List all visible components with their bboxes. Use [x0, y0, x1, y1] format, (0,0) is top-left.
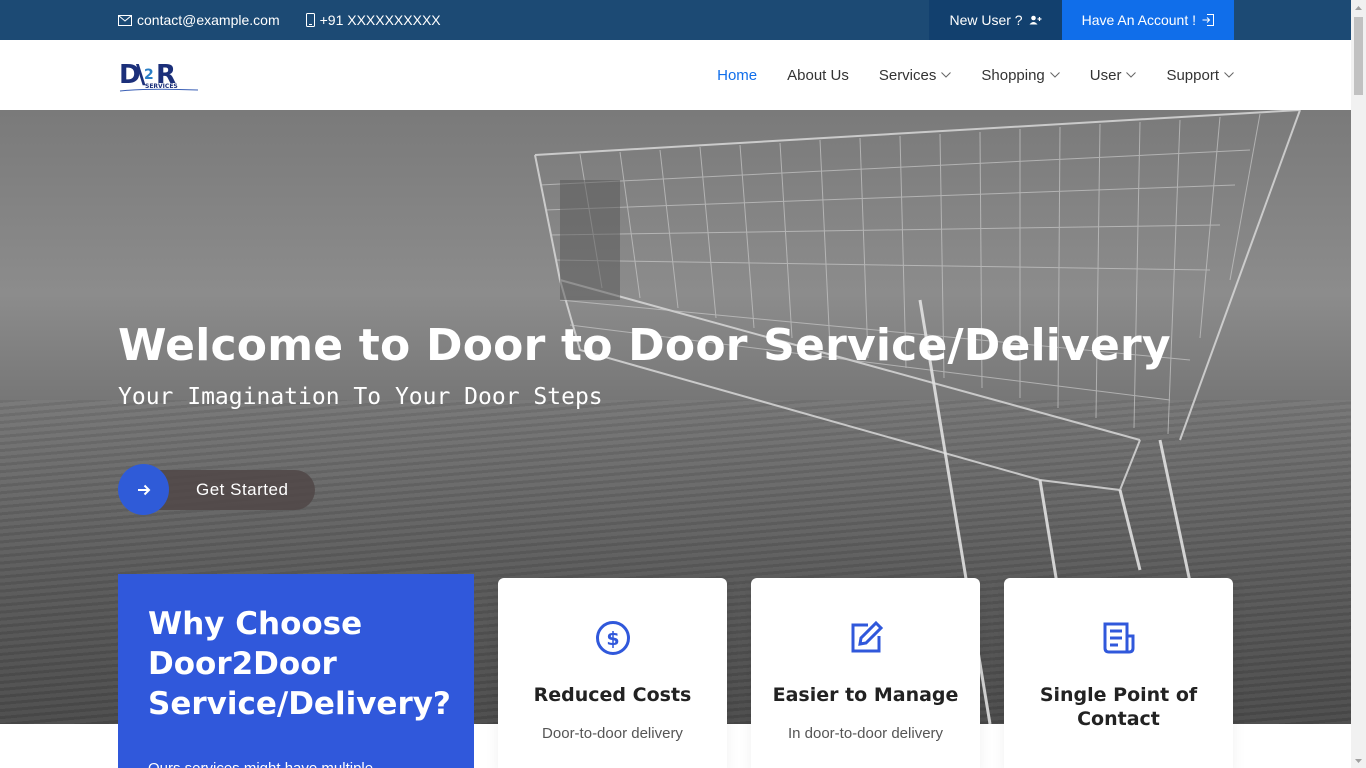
nav-label: Services — [878, 66, 937, 84]
feature-text: Door-to-door delivery — [542, 725, 683, 742]
chevron-down-icon — [1126, 72, 1137, 78]
feature-card-reduced-costs[interactable]: $ Reduced Costs Door-to-door delivery — [498, 578, 727, 768]
page-scrollbar[interactable] — [1351, 0, 1366, 768]
scrollbar-thumb[interactable] — [1354, 17, 1363, 95]
scroll-down-icon[interactable] — [1351, 753, 1366, 768]
arrow-right-icon — [137, 484, 150, 495]
svg-text:2: 2 — [144, 67, 154, 83]
email-item[interactable]: contact@example.com — [118, 12, 280, 28]
top-bar: contact@example.com +91 XXXXXXXXXX New U… — [0, 0, 1351, 40]
feature-title: Single Point of Contact — [1039, 684, 1198, 730]
phone-icon — [305, 13, 315, 27]
contact-info: contact@example.com +91 XXXXXXXXXX — [118, 0, 467, 40]
hero-title: Welcome to Door to Door Service/Delivery — [118, 320, 1171, 371]
feature-card-single-point-of-contact[interactable]: Single Point of Contact — [1004, 578, 1233, 768]
d2d-logo-icon: D \ 2 R SERVICES — [119, 60, 199, 92]
have-account-label: Have An Account ! — [1081, 12, 1196, 28]
document-icon — [1103, 622, 1134, 654]
site-header: D \ 2 R SERVICES Home About Us Services … — [0, 40, 1351, 110]
nav-label: Home — [717, 66, 758, 84]
why-choose-title: Why Choose Door2Door Service/Delivery? — [148, 606, 451, 722]
site-logo[interactable]: D \ 2 R SERVICES — [118, 55, 202, 95]
phone-item[interactable]: +91 XXXXXXXXXX — [305, 12, 441, 28]
chevron-down-icon — [1224, 72, 1234, 78]
nav-label: Support — [1166, 66, 1219, 84]
chevron-down-icon — [1049, 72, 1060, 78]
get-started-label: Get Started — [149, 469, 316, 510]
feature-card-easier-to-manage[interactable]: Easier to Manage In door-to-door deliver… — [751, 578, 980, 768]
new-user-label: New User ? — [949, 12, 1023, 28]
edit-icon — [851, 620, 883, 653]
why-choose-box: Why Choose Door2Door Service/Delivery? O… — [118, 574, 474, 768]
nav-home[interactable]: Home — [717, 67, 757, 84]
nav-user[interactable]: User — [1090, 67, 1137, 84]
feature-title: Reduced Costs — [533, 684, 692, 706]
get-started-circle — [118, 464, 169, 515]
nav-about-us[interactable]: About Us — [787, 67, 849, 84]
new-user-button[interactable]: New User ? — [929, 0, 1062, 40]
nav-label: User — [1089, 66, 1122, 84]
envelope-icon — [118, 14, 132, 26]
auth-buttons: New User ? Have An Account ! — [929, 0, 1234, 40]
chevron-down-icon — [941, 72, 952, 78]
nav-shopping[interactable]: Shopping — [981, 66, 1060, 84]
nav-support[interactable]: Support — [1166, 67, 1234, 84]
svg-text:$: $ — [606, 628, 619, 650]
dollar-circle-icon: $ — [595, 621, 630, 655]
feature-title: Easier to Manage — [772, 684, 959, 706]
nav-label: Shopping — [981, 66, 1045, 84]
nav-services[interactable]: Services — [879, 67, 952, 84]
login-icon — [1202, 14, 1214, 26]
why-choose-text: Ours services might have multiple — [148, 760, 444, 768]
phone-text: +91 XXXXXXXXXX — [319, 12, 441, 28]
email-text: contact@example.com — [137, 12, 280, 28]
get-started-button[interactable]: Get Started — [118, 464, 316, 515]
user-plus-icon — [1029, 15, 1042, 25]
hero-tagline: Your Imagination To Your Door Steps — [118, 384, 603, 410]
main-nav: Home About Us Services Shopping User Sup… — [687, 40, 1234, 110]
feature-text: In door-to-door delivery — [787, 725, 944, 742]
nav-label: About Us — [787, 66, 849, 84]
have-account-button[interactable]: Have An Account ! — [1061, 0, 1234, 40]
scroll-up-icon[interactable] — [1351, 0, 1366, 15]
